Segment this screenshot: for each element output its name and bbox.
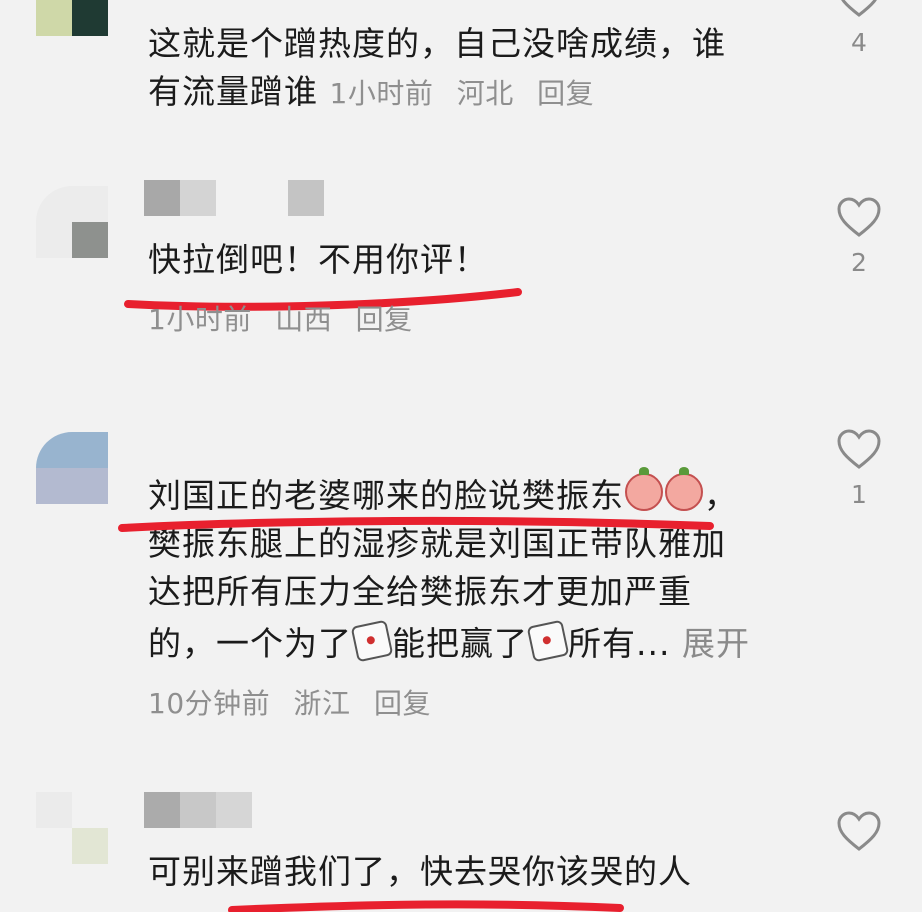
expand-link[interactable]: 展开 [682, 624, 750, 663]
comment-meta: 10分钟前 浙江 回复 [148, 682, 445, 722]
like-button[interactable] [836, 810, 882, 852]
heart-outline-icon [841, 0, 877, 17]
comment-text: 这就是个蹭热度的，自己没啥成绩，谁 有流量蹭谁 1小时前 河北 回复 [148, 24, 726, 111]
like-count: 1 [851, 480, 867, 509]
username-blurred[interactable] [144, 180, 324, 216]
heart-outline-icon [837, 429, 881, 469]
dice-emoji-icon [526, 619, 570, 663]
avatar[interactable] [36, 416, 108, 504]
comment-location: 浙江 [293, 687, 351, 720]
like-button[interactable]: 1 [836, 428, 882, 509]
reply-button[interactable]: 回复 [374, 687, 431, 720]
comment-time: 10分钟前 [148, 687, 271, 720]
comment-text: 快拉倒吧！不用你评！ [148, 240, 488, 279]
avatar[interactable] [36, 0, 108, 36]
peach-emoji-icon [665, 467, 703, 511]
comment-text: 可别来蹭我们了，快去哭你该哭的人 [148, 852, 692, 891]
comment-meta: 1小时前 山西 回复 [148, 298, 427, 338]
like-button[interactable]: 2 [836, 196, 882, 277]
comment-text: 刘国正的老婆哪来的脸说樊振东， 樊振东腿上的湿疹就是刘国正带队雅加 达把所有压力… [148, 467, 778, 668]
dice-emoji-icon [350, 619, 394, 663]
avatar[interactable] [36, 792, 108, 864]
like-count: 4 [851, 28, 867, 57]
comment-location: 山西 [275, 303, 333, 336]
heart-outline-icon [837, 811, 881, 851]
heart-outline-icon [837, 197, 881, 237]
like-button[interactable]: 4 [836, 0, 882, 57]
comment-location: 河北 [456, 77, 514, 110]
avatar[interactable] [36, 186, 108, 258]
comment-meta: 1小时前 河北 回复 [330, 77, 609, 110]
red-underline [228, 900, 624, 912]
reply-button[interactable]: 回复 [356, 303, 413, 336]
reply-button[interactable]: 回复 [537, 77, 594, 110]
comment-time: 1小时前 [148, 303, 252, 336]
username-blurred[interactable] [144, 792, 252, 828]
peach-emoji-icon [625, 467, 663, 511]
like-count: 2 [851, 248, 867, 277]
comment-time: 1小时前 [329, 77, 434, 110]
